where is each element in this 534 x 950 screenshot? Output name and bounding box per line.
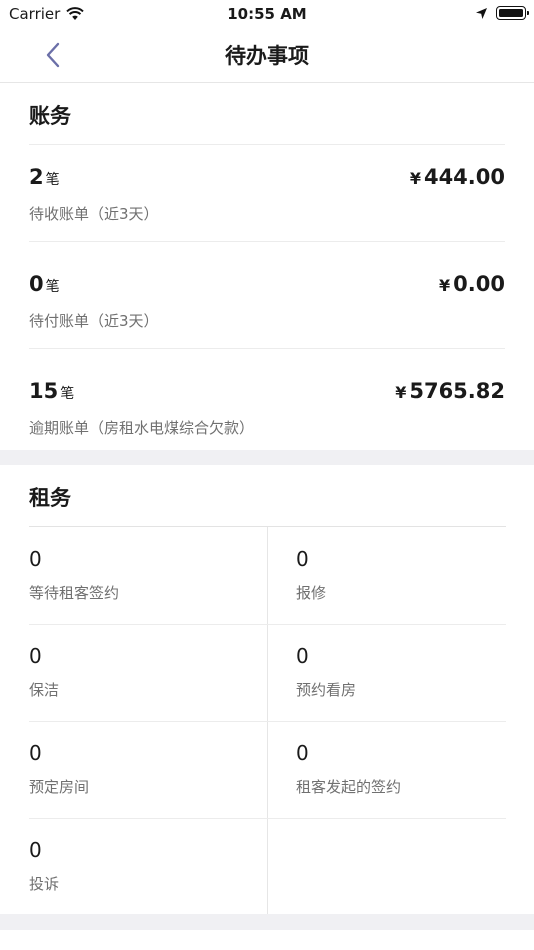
rental-item-value: 0 bbox=[296, 547, 309, 571]
rental-item-viewing[interactable]: 0 预约看房 bbox=[267, 624, 505, 721]
rental-item-label: 等待租客签约 bbox=[29, 584, 120, 602]
bill-description: 逾期账单（房租水电煤综合欠款） bbox=[29, 419, 255, 437]
rental-item-value: 0 bbox=[29, 838, 42, 862]
page-title: 待办事项 bbox=[225, 44, 309, 68]
rental-item-label: 报修 bbox=[296, 584, 327, 602]
finance-section-title: 账务 bbox=[29, 104, 71, 128]
rental-item-value: 0 bbox=[29, 547, 42, 571]
status-bar: Carrier 10:55 AM bbox=[0, 0, 534, 28]
divider bbox=[29, 348, 505, 349]
status-right-group bbox=[475, 6, 529, 20]
rental-section-title: 租务 bbox=[29, 486, 71, 510]
rental-grid: 0 等待租客签约 0 报修 0 保洁 0 预约看房 0 预定房间 0 租客发起的… bbox=[29, 526, 506, 916]
bill-row-receivable[interactable]: 2笔 ¥444.00 待收账单（近3天） bbox=[29, 145, 505, 252]
rental-item-cleaning[interactable]: 0 保洁 bbox=[29, 624, 267, 721]
nav-bar: 待办事项 bbox=[0, 28, 534, 83]
rental-item-repair[interactable]: 0 报修 bbox=[267, 527, 505, 624]
bill-row-payable[interactable]: 0笔 ¥0.00 待付账单（近3天） bbox=[29, 252, 505, 359]
rental-item-label: 投诉 bbox=[29, 875, 60, 893]
bill-amount: ¥444.00 bbox=[409, 165, 505, 189]
rental-item-value: 0 bbox=[29, 741, 42, 765]
bill-description: 待收账单（近3天） bbox=[29, 205, 159, 223]
bill-count: 0笔 bbox=[29, 272, 60, 296]
rental-item-label: 保洁 bbox=[29, 681, 60, 699]
status-time: 10:55 AM bbox=[227, 5, 307, 23]
bill-count: 2笔 bbox=[29, 165, 60, 189]
rental-item-reservation[interactable]: 0 预定房间 bbox=[29, 721, 267, 818]
rental-item-label: 预定房间 bbox=[29, 778, 90, 796]
rental-item-value: 0 bbox=[296, 741, 309, 765]
rental-item-label: 租客发起的签约 bbox=[296, 778, 402, 796]
rental-item-tenant-sign[interactable]: 0 租客发起的签约 bbox=[267, 721, 505, 818]
rental-item-value: 0 bbox=[296, 644, 309, 668]
bill-amount: ¥0.00 bbox=[439, 272, 505, 296]
section-separator bbox=[0, 914, 534, 930]
bill-amount: ¥5765.82 bbox=[395, 379, 505, 403]
rental-item-label: 预约看房 bbox=[296, 681, 357, 699]
location-arrow-icon bbox=[476, 7, 487, 19]
section-separator bbox=[0, 450, 534, 465]
bill-count: 15 笔 bbox=[29, 379, 75, 403]
bill-description: 待付账单（近3天） bbox=[29, 312, 159, 330]
rental-item-complaint[interactable]: 0 投诉 bbox=[29, 818, 267, 915]
divider bbox=[29, 241, 505, 242]
rental-item-waiting-sign[interactable]: 0 等待租客签约 bbox=[29, 527, 267, 624]
battery-icon bbox=[496, 6, 529, 20]
rental-item-value: 0 bbox=[29, 644, 42, 668]
